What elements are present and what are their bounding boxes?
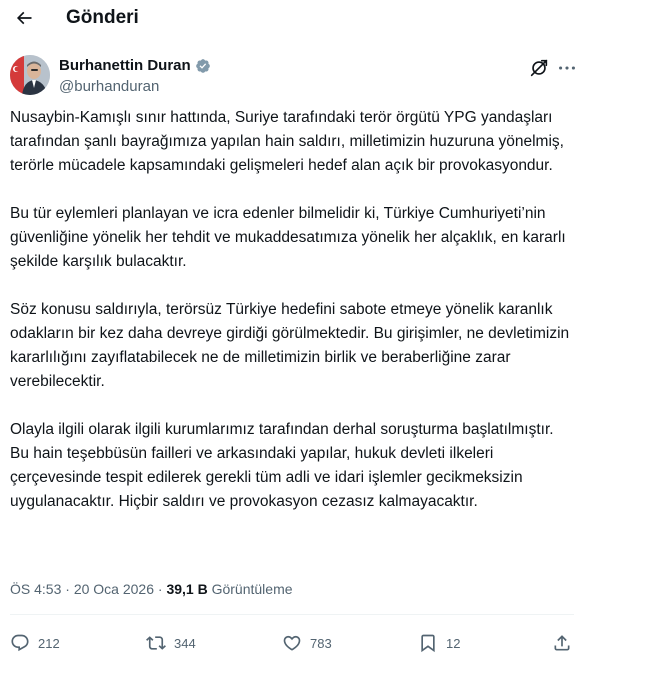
verified-badge-icon (195, 58, 211, 74)
views-label: Görüntüleme (211, 581, 293, 597)
avatar[interactable] (10, 55, 50, 95)
divider (10, 614, 574, 615)
tweet-text: Nusaybin-Kamışlı sınır hattında, Suriye … (10, 106, 570, 538)
more-options-icon[interactable] (556, 57, 578, 79)
tweet-paragraph: Olayla ilgili olarak ilgili kurumlarımız… (10, 421, 554, 510)
back-arrow-icon[interactable] (10, 4, 38, 32)
tweet-paragraph: Nusaybin-Kamışlı sınır hattında, Suriye … (10, 109, 564, 174)
meta-separator: · (65, 581, 70, 597)
top-bar: Gönderi (0, 0, 650, 36)
share-icon (554, 635, 570, 651)
repost-icon (146, 636, 166, 650)
reply-icon (11, 634, 29, 652)
repost-button[interactable]: 344 (146, 628, 196, 658)
author-handle[interactable]: @burhanduran (59, 78, 159, 95)
bookmark-count: 12 (446, 635, 461, 651)
author-row: Burhanettin Duran @burhanduran (10, 53, 640, 97)
views-count: 39,1 B (166, 581, 208, 597)
bookmark-icon (421, 634, 435, 653)
heart-icon (283, 635, 301, 651)
tweet-time[interactable]: ÖS 4:53 (10, 581, 61, 597)
tweet-paragraph: Söz konusu saldırıyla, terörsüz Türkiye … (10, 301, 570, 390)
tweet-date[interactable]: 20 Oca 2026 (74, 581, 154, 597)
author-name[interactable]: Burhanettin Duran (59, 57, 191, 74)
share-button[interactable] (552, 628, 572, 658)
grok-icon[interactable] (528, 57, 550, 79)
reply-button[interactable]: 212 (10, 628, 60, 658)
bookmark-button[interactable]: 12 (418, 628, 460, 658)
meta-separator: · (157, 581, 163, 597)
repost-count: 344 (174, 635, 196, 651)
like-count: 783 (310, 635, 332, 651)
action-bar: 212 344 783 12 (10, 628, 574, 658)
page-title: Gönderi (66, 7, 139, 28)
tweet-meta: ÖS 4:53 · 20 Oca 2026 · 39,1 B Görüntüle… (10, 581, 293, 597)
reply-count: 212 (38, 635, 60, 651)
like-button[interactable]: 783 (282, 628, 332, 658)
tweet-paragraph: Bu tür eylemleri planlayan ve icra edenl… (10, 205, 566, 270)
